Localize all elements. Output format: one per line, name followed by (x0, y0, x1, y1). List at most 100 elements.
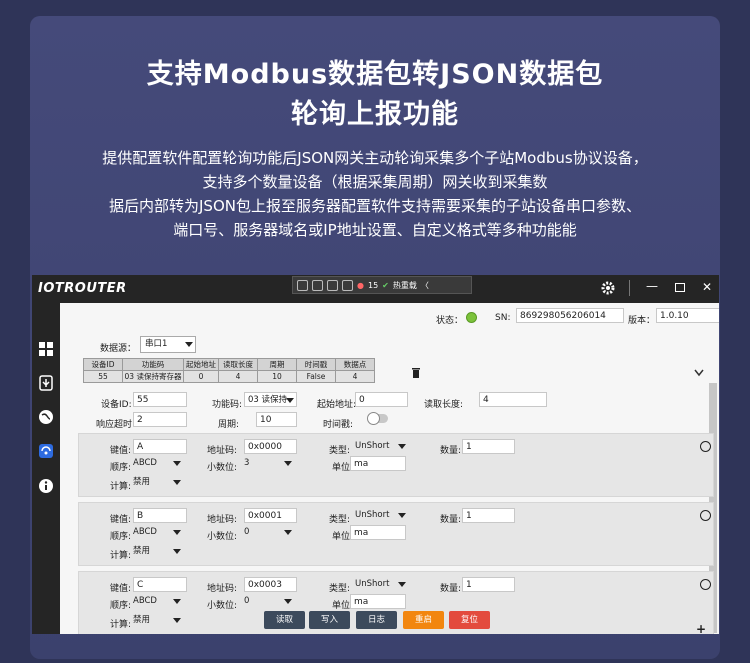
address-label: 地址码: (207, 584, 238, 594)
key-label: 键值: (110, 446, 132, 456)
reset-button[interactable]: 复位 (449, 611, 490, 629)
error-badge-icon: ● (357, 280, 364, 290)
usb-icon[interactable] (38, 375, 54, 391)
address-field[interactable]: 0x0003 (244, 577, 297, 592)
description-line-2: 支持多个数量设备（根据采集周期）网关收到采集数 (202, 173, 548, 191)
col-header: 数据点 (335, 358, 375, 371)
decimal-select[interactable]: 3 (244, 456, 294, 471)
unit-label: 单位 (332, 463, 351, 473)
order-label: 顺序: (110, 463, 132, 473)
modbus-active-icon[interactable] (38, 443, 54, 459)
frame-icon[interactable] (327, 279, 338, 291)
maximize-icon[interactable] (675, 283, 685, 292)
unit-field[interactable]: ma (350, 525, 406, 540)
device-id-field[interactable]: 55 (133, 392, 187, 407)
source-select[interactable]: 串口1 (140, 336, 196, 353)
title-bar: IOTROUTER ● 15 ✔ 热重载 〈 — ✕ (32, 275, 719, 303)
address-field[interactable]: 0x0001 (244, 508, 297, 523)
type-select[interactable]: UnShort (355, 508, 408, 523)
toggle-knob (367, 412, 380, 425)
select-icon[interactable] (297, 279, 308, 291)
layout-icon[interactable] (342, 279, 353, 291)
decimal-select[interactable]: 0 (244, 525, 294, 540)
info-icon[interactable] (38, 478, 54, 494)
type-select[interactable]: UnShort (355, 439, 408, 454)
dashboard-grid-icon[interactable] (38, 341, 54, 357)
function-code-select[interactable]: 03 读保持 (244, 392, 297, 407)
expand-chevron-icon[interactable] (694, 369, 704, 377)
unit-field[interactable]: ma (350, 594, 406, 609)
period-field[interactable]: 10 (256, 412, 297, 427)
order-select[interactable]: ABCD (133, 594, 183, 609)
debug-toolbar: ● 15 ✔ 热重载 〈 (292, 276, 472, 294)
key-field[interactable]: C (133, 577, 187, 592)
table-cell: 4 (335, 370, 375, 383)
read-length-field[interactable]: 4 (479, 392, 547, 407)
calc-select[interactable]: 禁用 (133, 613, 183, 628)
delete-point-icon[interactable] (700, 579, 711, 590)
app-logo: IOTROUTER (38, 281, 127, 296)
delete-device-icon[interactable] (411, 367, 421, 378)
collapse-toolbar[interactable]: 〈 (421, 280, 429, 291)
pointer-icon[interactable] (312, 279, 323, 291)
page-title: 支持Modbus数据包转JSON数据包 (146, 59, 604, 90)
delete-point-icon[interactable] (700, 441, 711, 452)
calc-select[interactable]: 禁用 (133, 544, 183, 559)
table-cell: 0 (183, 370, 219, 383)
order-label: 顺序: (110, 532, 132, 542)
status-label: 状态： (436, 316, 464, 326)
order-label: 顺序: (110, 601, 132, 611)
start-address-field[interactable]: 0 (355, 392, 408, 407)
add-point-icon[interactable]: + (696, 622, 706, 634)
table-cell: 55 (83, 370, 123, 383)
minimize-icon[interactable]: — (646, 279, 658, 293)
timestamp-label: 时间戳: (323, 420, 354, 430)
address-field[interactable]: 0x0000 (244, 439, 297, 454)
titlebar-divider (629, 280, 630, 296)
app-window: IOTROUTER ● 15 ✔ 热重载 〈 — ✕ 状态： SN: 86929… (32, 275, 719, 634)
table-cell: 03 读保持寄存器 (122, 370, 184, 383)
decimal-select[interactable]: 0 (244, 594, 294, 609)
type-select[interactable]: UnShort (355, 577, 408, 592)
description-line-1: 提供配置软件配置轮询功能后JSON网关主动轮询采集多个子站Modbus协议设备， (102, 149, 648, 167)
device-id-label: 设备ID: (101, 400, 132, 410)
unit-label: 单位 (332, 601, 351, 611)
timestamp-toggle[interactable] (367, 412, 388, 425)
order-select[interactable]: ABCD (133, 456, 183, 471)
key-field[interactable]: B (133, 508, 187, 523)
timeout-label: 响应超时: (96, 420, 136, 430)
count-field[interactable]: 1 (462, 439, 515, 454)
close-icon[interactable]: ✕ (702, 280, 712, 294)
log-button[interactable]: 日志 (356, 611, 397, 629)
key-field[interactable]: A (133, 439, 187, 454)
calc-label: 计算: (110, 551, 132, 561)
col-header: 周期 (257, 358, 297, 371)
unit-field[interactable]: ma (350, 456, 406, 471)
settings-gear-icon[interactable] (601, 281, 615, 295)
write-button[interactable]: 写入 (309, 611, 350, 629)
table-cell: False (296, 370, 336, 383)
read-button[interactable]: 读取 (264, 611, 305, 629)
order-select[interactable]: ABCD (133, 525, 183, 540)
table-row[interactable]: 55 03 读保持寄存器 0 4 10 False 4 (83, 370, 375, 383)
col-header: 起始地址 (183, 358, 219, 371)
timeout-field[interactable]: 2 (133, 412, 187, 427)
sn-field[interactable]: 869298056206014 (516, 308, 624, 323)
count-label: 数量: (440, 446, 462, 456)
version-field[interactable]: 1.0.10 (656, 308, 719, 323)
col-header: 功能码 (122, 358, 184, 371)
delete-point-icon[interactable] (700, 510, 711, 521)
description-line-4: 端口号、服务器域名或IP地址设置、自定义格式等多种功能能 (173, 221, 577, 239)
count-field[interactable]: 1 (462, 508, 515, 523)
hotreload-label[interactable]: 热重载 (393, 280, 417, 291)
count-field[interactable]: 1 (462, 577, 515, 592)
calc-label: 计算: (110, 620, 132, 630)
hotreload-icon: ✔ (382, 280, 389, 290)
read-length-label: 读取长度: (424, 400, 464, 410)
restart-button[interactable]: 重启 (403, 611, 444, 629)
network-globe-icon[interactable] (38, 409, 54, 425)
address-label: 地址码: (207, 446, 238, 456)
period-label: 周期: (218, 420, 240, 430)
calc-select[interactable]: 禁用 (133, 475, 183, 490)
error-count: 15 (367, 280, 379, 290)
